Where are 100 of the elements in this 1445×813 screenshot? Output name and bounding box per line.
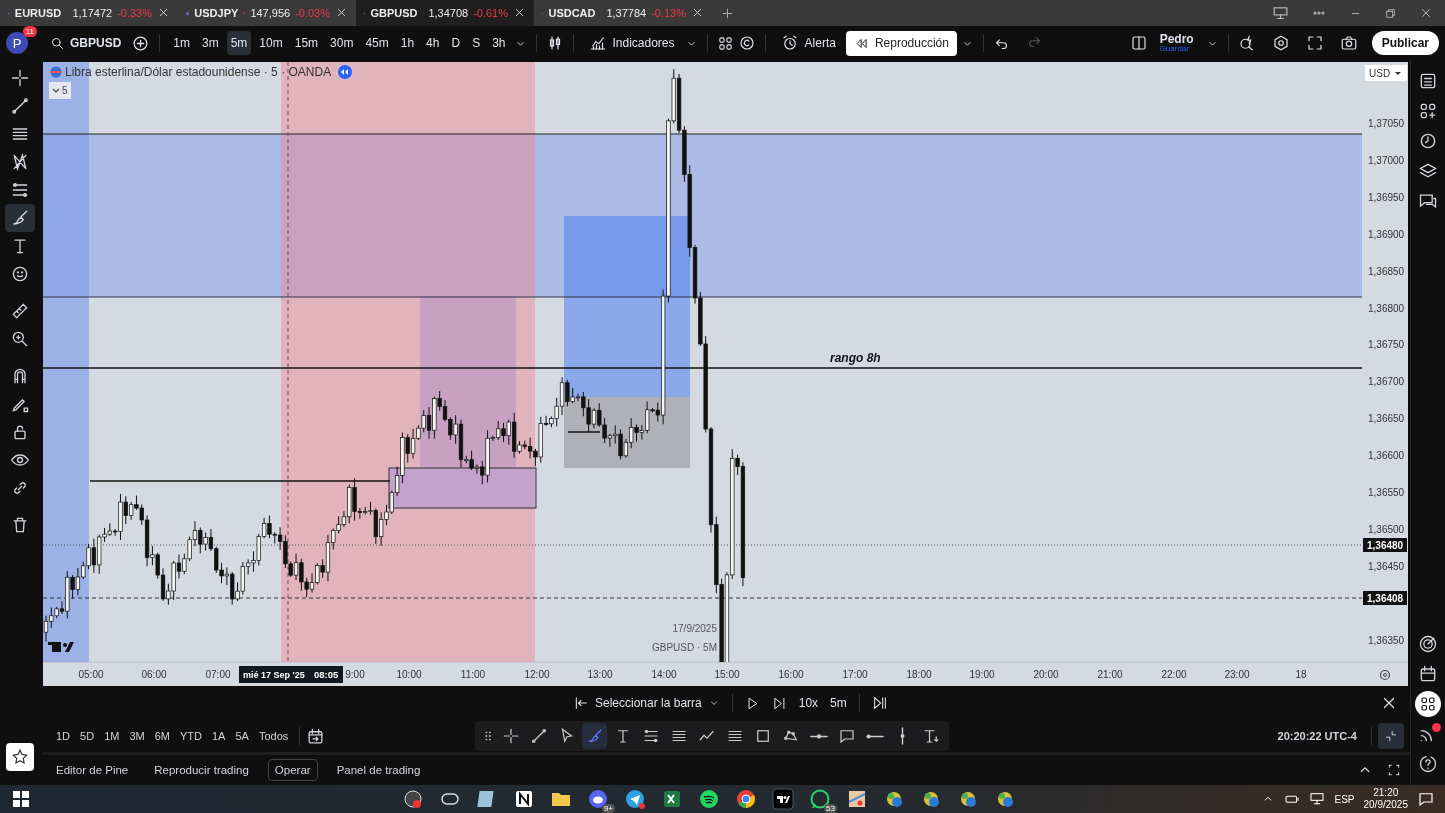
settings-icon[interactable] [1271, 34, 1290, 52]
range-button[interactable]: 1D [51, 726, 76, 746]
tab-symbol: EURUSD [14, 7, 62, 19]
interval-button[interactable]: 1m [169, 31, 194, 55]
interval-button[interactable]: 30m [326, 31, 358, 55]
indicators-button[interactable]: Indicadores [582, 30, 681, 56]
jump-forward-icon[interactable] [871, 695, 888, 711]
browser-tab[interactable]: EURUSD 1,17472 -0.33% [0, 0, 178, 26]
panel-tab[interactable]: Editor de Pine [49, 759, 136, 781]
interval-button[interactable]: 10m [255, 31, 287, 55]
tab-price: 1,37784 [606, 7, 647, 19]
camera-icon[interactable] [1339, 34, 1358, 52]
interval-button[interactable]: S [468, 31, 485, 55]
tab-price: 1,17472 [72, 7, 113, 19]
quick-search-icon[interactable] [1237, 34, 1256, 52]
crosshair-icon [10, 68, 30, 88]
chrome-icon[interactable] [735, 788, 757, 810]
interval-button[interactable]: 45m [361, 31, 393, 55]
windows-icon[interactable] [10, 788, 32, 810]
calendar-icon[interactable] [1418, 664, 1438, 684]
time-tick: 16:00 [778, 669, 804, 680]
select-bar-icon [573, 695, 589, 711]
interval-button[interactable]: 5m [226, 31, 252, 55]
panel-tab[interactable]: Reproducir trading [147, 759, 256, 781]
language-indicator[interactable]: ESP [1334, 793, 1355, 805]
interval-button[interactable]: 3m [198, 31, 223, 55]
alert-button[interactable]: Alerta [774, 30, 842, 56]
crosshair-icon [501, 727, 520, 745]
fullscreen-icon[interactable] [1305, 34, 1324, 52]
symbol-search[interactable]: GBPUSD [44, 35, 128, 51]
interval-button[interactable]: 4h [422, 31, 444, 55]
fibonacci-icon [10, 180, 30, 200]
callout-icon [837, 727, 856, 745]
range-button[interactable]: YTD [174, 726, 207, 746]
notion-icon[interactable] [513, 788, 535, 810]
plus-icon[interactable] [720, 5, 735, 21]
user-menu[interactable]: Pedro Guardar [1151, 32, 1202, 54]
step-forward-icon[interactable] [771, 695, 787, 711]
layout-grid-icon[interactable] [1418, 101, 1438, 121]
time-tick: 15:00 [714, 669, 740, 680]
chart[interactable] [43, 62, 1408, 686]
apps-icon[interactable] [1419, 695, 1437, 713]
collapse-button[interactable] [1378, 723, 1404, 749]
horizontal-ray-icon [809, 733, 828, 739]
target-icon[interactable] [1418, 634, 1438, 654]
browser-tab[interactable]: GBPUSD 1,34708 -0.61% [356, 0, 534, 26]
network-icon[interactable] [1309, 791, 1326, 807]
notifications-icon[interactable] [1417, 790, 1435, 808]
monitor-icon[interactable] [1272, 4, 1289, 22]
fibonacci-icon [641, 727, 660, 745]
range-button[interactable]: 5A [230, 726, 254, 746]
interval-button[interactable]: 1h [396, 31, 419, 55]
select-bar-button[interactable]: Seleccionar la barra [573, 695, 720, 711]
help-icon[interactable] [1418, 754, 1438, 774]
interval-button[interactable]: D [447, 31, 465, 55]
clock-icon[interactable] [1418, 131, 1438, 151]
interval-button[interactable]: 15m [290, 31, 323, 55]
maps-icon[interactable] [846, 788, 868, 810]
layout-icon[interactable] [1129, 34, 1148, 52]
panel-tab[interactable]: Panel de trading [329, 759, 428, 781]
time-tick: 20:00 [1033, 669, 1059, 680]
price-tick: 1,36800 [1368, 302, 1405, 314]
tab-change: -0.03% [295, 7, 330, 19]
range-button[interactable]: 5D [75, 726, 100, 746]
restore-icon[interactable] [1384, 6, 1397, 20]
time-tick: 22:00 [1161, 669, 1187, 680]
range-button[interactable]: Todos [253, 726, 294, 746]
favorites-button[interactable] [6, 743, 34, 771]
layouts-icon[interactable] [716, 34, 734, 52]
settings-icon[interactable] [1379, 669, 1391, 681]
panel-tab[interactable]: Operar [267, 759, 318, 781]
camera-app-icon[interactable] [402, 788, 424, 810]
replay-icon[interactable] [338, 65, 352, 79]
time-tick: 21:00 [1097, 669, 1123, 680]
publish-button[interactable]: Publicar [1371, 31, 1439, 55]
clock[interactable]: 21:20 20/9/2025 [1363, 787, 1408, 811]
range-button[interactable]: 1A [206, 726, 231, 746]
excel-icon[interactable] [661, 788, 683, 810]
speed-button[interactable]: 10x [798, 696, 819, 710]
watchlist-icon[interactable] [1418, 71, 1438, 91]
telegram-icon[interactable] [624, 788, 646, 810]
interval-button[interactable]: 5m [830, 696, 847, 710]
c-circle-icon[interactable] [737, 34, 756, 52]
collapse-icon [1384, 729, 1398, 743]
horizontal-line-icon [865, 733, 884, 739]
interval-button[interactable]: 3h [488, 31, 510, 55]
currency-dropdown[interactable]: USD [1365, 65, 1407, 81]
drawing-tool[interactable] [5, 204, 35, 232]
legend-toggle[interactable]: 5 [62, 85, 68, 96]
browser-tab[interactable]: USDJPY 147,956 -0.03% [178, 0, 356, 26]
range-button[interactable]: 1M [99, 726, 125, 746]
text-tool-icon[interactable] [921, 727, 940, 745]
chevron-icon[interactable] [52, 88, 60, 93]
time-tick: 19:00 [969, 669, 995, 680]
range-button[interactable]: 6M [149, 726, 175, 746]
range-button[interactable]: 3M [124, 726, 150, 746]
replay-button[interactable]: Reproducción [845, 30, 957, 56]
spotify-icon[interactable] [698, 788, 720, 810]
browser-tab[interactable]: USDCAD 1,37784 -0.13% [534, 0, 712, 26]
maximize-icon[interactable] [1386, 762, 1402, 778]
